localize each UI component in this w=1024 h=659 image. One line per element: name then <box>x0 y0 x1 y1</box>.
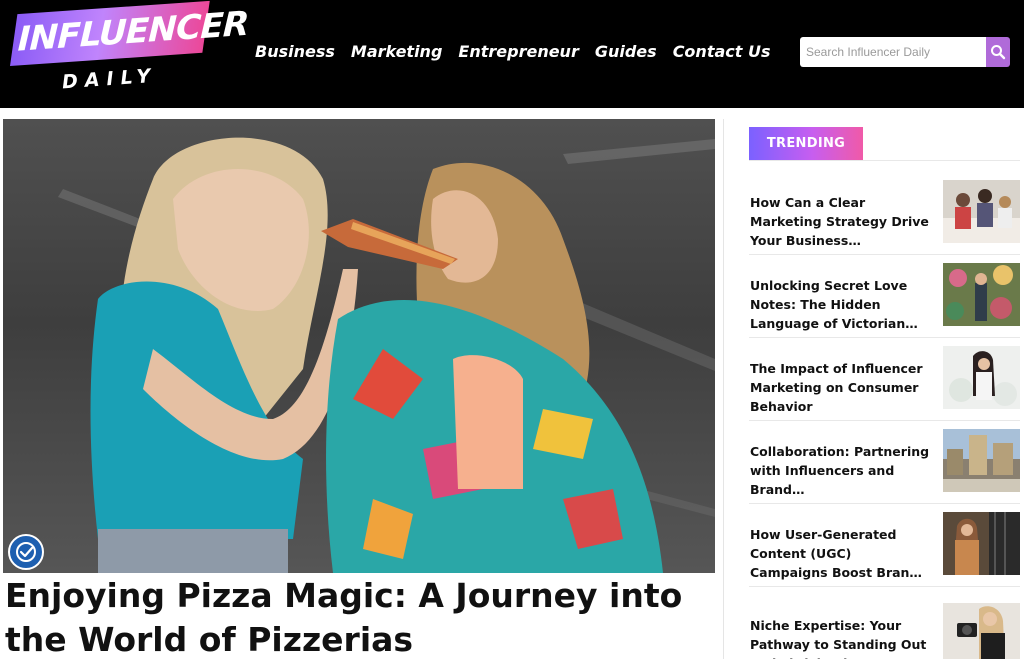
logo-sub-text: DAILY <box>61 64 159 94</box>
nav-item-business[interactable]: Business <box>255 42 335 61</box>
search-button[interactable] <box>986 37 1010 67</box>
trending-separator <box>749 503 1020 504</box>
trending-separator <box>749 586 1020 587</box>
trending-item-thumbnail[interactable] <box>943 603 1020 659</box>
trending-item[interactable]: Unlocking Secret Love Notes: The Hidden … <box>749 263 1020 350</box>
trending-separator <box>749 254 1020 255</box>
accessibility-icon <box>16 542 36 562</box>
site-header: INFLUENCER DAILY Business Marketing Entr… <box>0 0 1024 108</box>
trending-separator <box>749 337 1020 338</box>
trending-item-title[interactable]: The Impact of Influencer Marketing on Co… <box>750 359 932 416</box>
nav-item-guides[interactable]: Guides <box>595 42 657 61</box>
logo-main-text: INFLUENCER <box>17 4 250 60</box>
trending-item-title[interactable]: Niche Expertise: Your Pathway to Standin… <box>750 616 932 659</box>
trending-item-thumbnail[interactable] <box>943 346 1020 409</box>
main-nav: Business Marketing Entrepreneur Guides C… <box>255 42 786 61</box>
article-headline[interactable]: Enjoying Pizza Magic: A Journey into the… <box>5 574 720 659</box>
trending-item[interactable]: Niche Expertise: Your Pathway to Standin… <box>749 603 1020 659</box>
nav-item-contact-us[interactable]: Contact Us <box>673 42 771 61</box>
site-logo[interactable]: INFLUENCER DAILY <box>10 0 249 94</box>
accessibility-button[interactable] <box>8 534 44 570</box>
trending-item-title[interactable]: Unlocking Secret Love Notes: The Hidden … <box>750 276 932 333</box>
trending-separator <box>749 420 1020 421</box>
logo-wordmark-box: INFLUENCER <box>10 0 249 66</box>
nav-item-marketing[interactable]: Marketing <box>351 42 443 61</box>
trending-item-thumbnail[interactable] <box>943 263 1020 326</box>
hero-photo <box>58 137 715 573</box>
trending-label: TRENDING <box>749 127 863 160</box>
trending-item-title[interactable]: Collaboration: Partnering with Influence… <box>750 442 932 499</box>
trending-rule <box>749 160 1020 161</box>
search-input[interactable] <box>800 37 986 67</box>
search-icon <box>991 45 1006 60</box>
nav-item-entrepreneur[interactable]: Entrepreneur <box>458 42 578 61</box>
trending-item-thumbnail[interactable] <box>943 512 1020 575</box>
trending-item[interactable]: Collaboration: Partnering with Influence… <box>749 429 1020 516</box>
search-form <box>800 37 1010 67</box>
trending-item-thumbnail[interactable] <box>943 429 1020 492</box>
sidebar-divider <box>723 119 724 659</box>
trending-item[interactable]: The Impact of Influencer Marketing on Co… <box>749 346 1020 433</box>
trending-item-thumbnail[interactable] <box>943 180 1020 243</box>
trending-item-title[interactable]: How Can a Clear Marketing Strategy Drive… <box>750 193 932 250</box>
featured-article-image[interactable] <box>3 119 715 573</box>
trending-item[interactable]: How Can a Clear Marketing Strategy Drive… <box>749 180 1020 267</box>
trending-item[interactable]: How User-Generated Content (UGC) Campaig… <box>749 512 1020 599</box>
trending-item-title[interactable]: How User-Generated Content (UGC) Campaig… <box>750 525 932 582</box>
